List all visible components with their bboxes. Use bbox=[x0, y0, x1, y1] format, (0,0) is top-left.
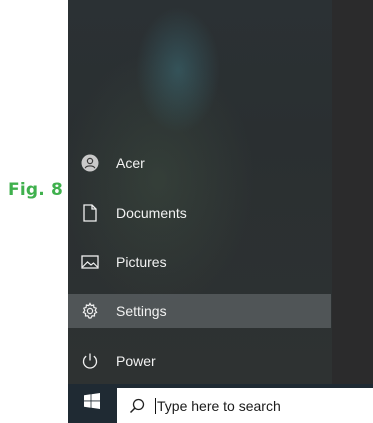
start-item-power[interactable]: Power bbox=[68, 344, 331, 378]
text-caret bbox=[155, 397, 156, 414]
search-icon bbox=[129, 398, 145, 414]
start-item-documents[interactable]: Documents bbox=[68, 196, 331, 230]
start-button[interactable] bbox=[68, 384, 116, 423]
start-item-label: Power bbox=[116, 353, 156, 369]
start-item-label: Documents bbox=[116, 205, 187, 221]
start-item-label: Pictures bbox=[116, 254, 167, 270]
start-item-label: Acer bbox=[116, 155, 145, 171]
start-item-settings[interactable]: Settings bbox=[68, 294, 331, 328]
start-item-account[interactable]: Acer bbox=[68, 146, 331, 180]
taskbar-search-box[interactable]: Type here to search bbox=[117, 388, 373, 423]
windows-logo-icon bbox=[84, 393, 100, 414]
start-item-label: Settings bbox=[116, 303, 167, 319]
power-icon bbox=[80, 351, 100, 371]
taskbar: Type here to search bbox=[68, 384, 373, 423]
start-tiles-area bbox=[332, 0, 373, 384]
start-item-pictures[interactable]: Pictures bbox=[68, 245, 331, 279]
pictures-icon bbox=[80, 252, 100, 272]
figure-label: Fig. 8 bbox=[8, 180, 64, 200]
document-icon bbox=[80, 203, 100, 223]
search-placeholder: Type here to search bbox=[157, 397, 281, 414]
gear-icon bbox=[80, 301, 100, 321]
user-icon bbox=[80, 153, 100, 173]
